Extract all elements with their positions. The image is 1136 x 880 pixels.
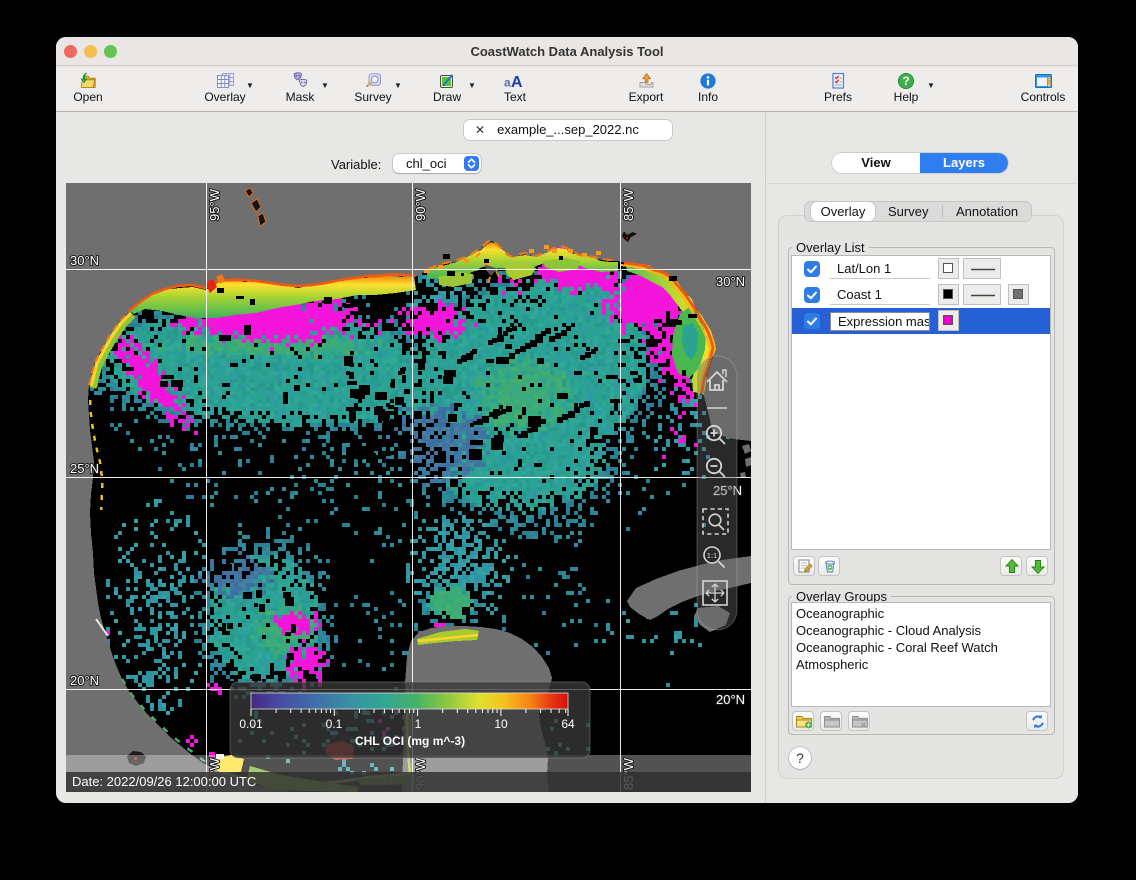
svg-text:30°N: 30°N (70, 253, 99, 268)
svg-text:0.01: 0.01 (239, 717, 263, 731)
svg-text:20°N: 20°N (716, 692, 745, 707)
svg-text:0.1: 0.1 (326, 717, 343, 731)
svg-text:A: A (511, 74, 523, 90)
svg-text:CHL OCI (mg m^-3): CHL OCI (mg m^-3) (355, 734, 465, 748)
svg-text:90°W: 90°W (413, 188, 428, 221)
svg-text:30°N: 30°N (716, 274, 745, 289)
svg-text:Date: 2022/09/26 12:00:00 UTC: Date: 2022/09/26 12:00:00 UTC (72, 774, 256, 789)
svg-text:64: 64 (561, 717, 575, 731)
svg-text:20°N: 20°N (70, 673, 99, 688)
svg-text:1:1: 1:1 (707, 551, 717, 560)
svg-text:?: ? (902, 76, 909, 88)
svg-text:85°W: 85°W (621, 188, 636, 221)
svg-text:a: a (504, 76, 511, 90)
svg-text:95°W: 95°W (207, 188, 222, 221)
svg-text:25°N: 25°N (70, 461, 99, 476)
svg-text:1: 1 (415, 717, 422, 731)
svg-text:10: 10 (494, 717, 508, 731)
